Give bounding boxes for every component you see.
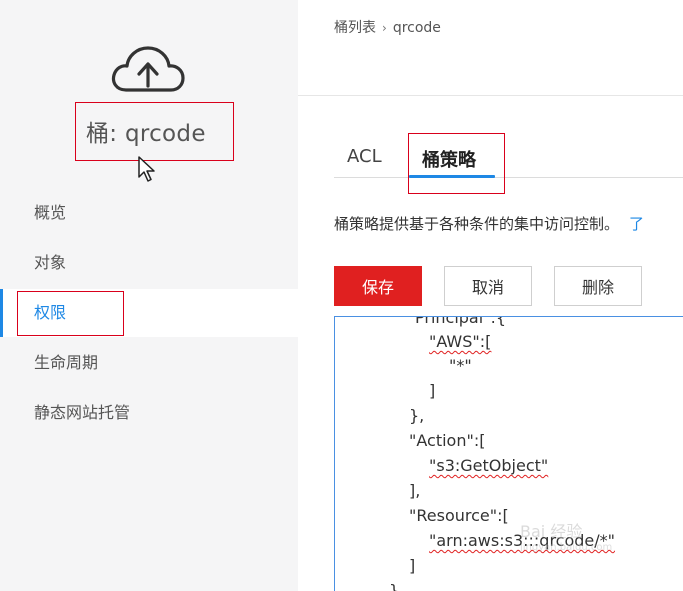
watermark-url: jingyan.baidu.com xyxy=(520,542,613,553)
code-line: "*" xyxy=(449,356,472,375)
code-line: "Action":[ xyxy=(409,431,486,450)
sidebar-item-label: 对象 xyxy=(34,253,67,272)
learn-more-link[interactable]: 了 xyxy=(629,215,644,233)
highlight-box-permissions xyxy=(17,291,124,336)
sidebar-item-objects[interactable]: 对象 xyxy=(0,239,298,287)
code-line: ] xyxy=(409,556,416,575)
sidebar: 桶: qrcode 概览 对象 权限 生命周期 静态网站托管 xyxy=(0,0,298,591)
sidebar-item-overview[interactable]: 概览 xyxy=(0,189,298,237)
save-button[interactable]: 保存 xyxy=(334,266,422,306)
permission-tabs: ACL 桶策略 xyxy=(334,140,683,178)
sidebar-item-label: 静态网站托管 xyxy=(34,403,131,422)
cloud-upload-icon xyxy=(111,46,185,92)
cancel-button[interactable]: 取消 xyxy=(444,266,532,306)
highlight-box-bucket-title xyxy=(75,102,234,161)
breadcrumb-separator-icon: › xyxy=(382,21,387,35)
delete-button[interactable]: 删除 xyxy=(554,266,642,306)
header-divider xyxy=(298,95,683,96)
code-line: "AWS":[ xyxy=(429,332,491,351)
watermark-text: Bai 经验 xyxy=(520,522,583,541)
code-line: Principal":{ xyxy=(415,316,507,327)
sidebar-item-lifecycle[interactable]: 生命周期 xyxy=(0,339,298,387)
breadcrumb: 桶列表 › qrcode xyxy=(334,17,441,37)
code-line: } xyxy=(389,581,400,591)
policy-description-text: 桶策略提供基于各种条件的集中访问控制。 xyxy=(334,215,620,233)
code-line: "s3:GetObject" xyxy=(429,456,548,475)
breadcrumb-current: qrcode xyxy=(392,20,441,36)
breadcrumb-bucket-list-link[interactable]: 桶列表 xyxy=(334,20,376,36)
sidebar-item-label: 生命周期 xyxy=(34,353,99,372)
tab-acl[interactable]: ACL xyxy=(347,146,382,167)
sidebar-item-static-website[interactable]: 静态网站托管 xyxy=(0,389,298,437)
baidu-jingyan-watermark: Bai 经验 jingyan.baidu.com xyxy=(520,518,650,578)
policy-description: 桶策略提供基于各种条件的集中访问控制。了 xyxy=(334,213,644,234)
code-line: ], xyxy=(409,481,421,500)
highlight-box-bucket-policy-tab xyxy=(408,133,505,194)
mouse-pointer-icon xyxy=(138,156,155,182)
code-line-text: "s3:GetObject" xyxy=(429,456,549,475)
code-line: }, xyxy=(409,406,425,425)
sidebar-item-label: 概览 xyxy=(34,203,67,222)
code-line-text: "AWS":[ xyxy=(429,332,492,351)
code-line: "Resource":[ xyxy=(409,506,509,525)
code-line: ] xyxy=(429,381,436,400)
